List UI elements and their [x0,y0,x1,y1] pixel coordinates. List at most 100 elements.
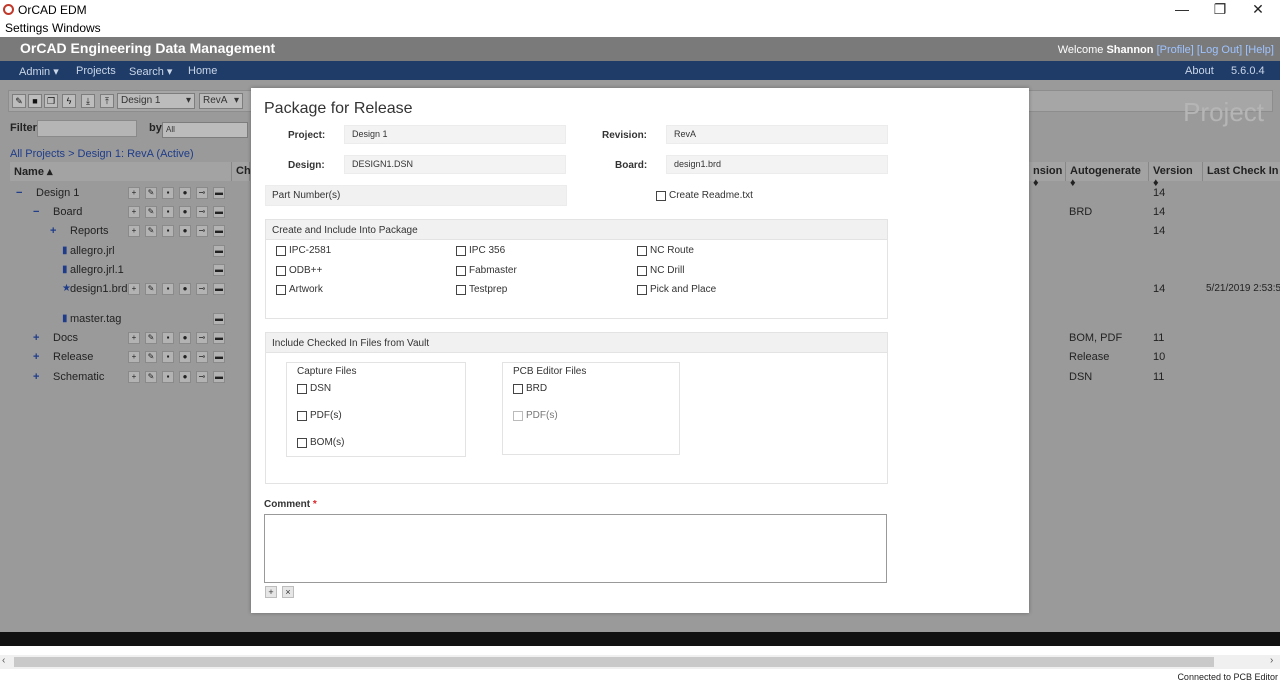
partial-column-header[interactable]: Ch [232,162,251,181]
tree-row[interactable]: + Schematic + ✎ ▪ ● ⊸ ▬ [10,368,250,387]
upload-icon[interactable]: ⤒ [100,94,114,108]
folder-icon[interactable]: ▬ [213,206,225,218]
delete-icon[interactable]: ▪ [162,283,174,295]
folder-icon[interactable]: ▬ [213,187,225,199]
expand-icon[interactable]: + [50,225,56,237]
tree-row[interactable]: − Design 1 + ✎ ▪ ● ⊸ ▬ [10,184,250,203]
delete-icon[interactable]: ▪ [162,351,174,363]
copy-icon[interactable]: ❐ [44,94,58,108]
pick-and-place-checkbox[interactable] [637,285,647,295]
fabmaster-checkbox[interactable] [456,265,466,276]
close-window-button[interactable]: ✕ [1238,0,1278,20]
comment-textarea[interactable] [264,514,887,583]
info-icon[interactable]: ● [179,225,191,237]
folder-icon[interactable]: ▬ [213,313,225,325]
folder-icon[interactable]: ▬ [213,264,225,276]
edit-icon[interactable]: ✎ [145,351,157,363]
help-link[interactable]: [Help] [1245,44,1274,56]
delete-icon[interactable]: ▪ [162,187,174,199]
horizontal-scrollbar[interactable]: ‹ › [0,655,1280,669]
delete-icon[interactable]: ▪ [162,332,174,344]
ipc-2581-checkbox[interactable] [276,246,286,256]
remove-icon[interactable]: × [282,586,294,598]
scrollbar-thumb[interactable] [14,657,1214,667]
filter-input[interactable] [37,120,137,137]
tree-row[interactable]: ▮ allegro.jrl ▬ [10,242,250,261]
tree-row[interactable]: + Release + ✎ ▪ ● ⊸ ▬ [10,348,250,367]
collapse-icon[interactable]: − [33,206,39,218]
lock-icon[interactable]: ■ [28,94,42,108]
minimize-button[interactable]: — [1162,0,1202,20]
unlock-icon[interactable]: ⊸ [196,351,208,363]
add-icon[interactable]: + [128,206,140,218]
design-select[interactable]: Design 1 ▾ [117,93,195,109]
by-select[interactable]: All [162,122,248,138]
add-icon[interactable]: + [265,586,277,598]
scroll-left-icon[interactable]: ‹ [2,655,5,666]
nav-admin[interactable]: Admin ▾ [19,65,59,78]
logout-link[interactable]: [Log Out] [1197,44,1242,56]
artwork-checkbox[interactable] [276,285,286,295]
create-readme-checkbox[interactable] [656,191,666,201]
restore-button[interactable]: ❐ [1200,0,1240,20]
unlock-icon[interactable]: ⊸ [196,332,208,344]
menu-windows[interactable]: Windows [52,21,101,35]
info-icon[interactable]: ● [179,283,191,295]
tree-row[interactable]: ★ design1.brd + ✎ ▪ ● ⊸ ▬ [10,280,250,299]
add-icon[interactable]: + [128,351,140,363]
capture-dsn-checkbox[interactable] [297,384,307,394]
tree-row[interactable]: − Board + ✎ ▪ ● ⊸ ▬ [10,203,250,222]
edit-icon[interactable]: ✎ [145,206,157,218]
collapse-icon[interactable]: − [16,187,22,199]
edit-icon[interactable]: ✎ [145,283,157,295]
expand-icon[interactable]: + [33,371,39,383]
download-icon[interactable]: ⤓ [81,94,95,108]
nc-drill-checkbox[interactable] [637,265,647,276]
menu-settings[interactable]: Settings [5,21,48,35]
scroll-right-icon[interactable]: › [1270,655,1273,666]
folder-icon[interactable]: ▬ [213,225,225,237]
ipc-356-checkbox[interactable] [456,246,466,256]
unlock-icon[interactable]: ⊸ [196,187,208,199]
unlock-icon[interactable]: ⊸ [196,283,208,295]
folder-icon[interactable]: ▬ [213,351,225,363]
folder-icon[interactable]: ▬ [213,283,225,295]
add-icon[interactable]: + [128,283,140,295]
info-icon[interactable]: ● [179,206,191,218]
nav-about[interactable]: About [1185,65,1214,77]
add-icon[interactable]: + [128,225,140,237]
revision-select[interactable]: RevA ▾ [199,93,243,109]
odb-checkbox[interactable] [276,265,286,276]
edit-icon[interactable]: ✎ [145,371,157,383]
part-numbers-field[interactable]: Part Number(s) [265,185,567,206]
extension-column-header[interactable]: nsion ♦ [1029,162,1066,189]
edit-icon[interactable]: ✎ [12,94,26,108]
delete-icon[interactable]: ▪ [162,371,174,383]
edit-icon[interactable]: ✎ [145,187,157,199]
profile-link[interactable]: [Profile] [1157,44,1194,56]
nav-home[interactable]: Home [188,65,217,77]
flash-icon[interactable]: ϟ [62,94,76,108]
testprep-checkbox[interactable] [456,285,466,295]
add-icon[interactable]: + [128,371,140,383]
autogenerate-column-header[interactable]: Autogenerate ♦ [1066,162,1149,189]
capture-pdf-s-checkbox[interactable] [297,411,307,421]
expand-icon[interactable]: + [33,351,39,363]
folder-icon[interactable]: ▬ [213,245,225,257]
delete-icon[interactable]: ▪ [162,225,174,237]
nav-search[interactable]: Search ▾ [129,65,172,78]
delete-icon[interactable]: ▪ [162,206,174,218]
add-icon[interactable]: + [128,332,140,344]
info-icon[interactable]: ● [179,351,191,363]
nav-projects[interactable]: Projects [76,65,116,77]
capture-bom-s-checkbox[interactable] [297,438,307,448]
name-column-header[interactable]: Name ▴ [10,162,232,181]
nc-route-checkbox[interactable] [637,246,647,256]
version-column-header[interactable]: Version ♦ [1149,162,1203,189]
edit-icon[interactable]: ✎ [145,225,157,237]
info-icon[interactable]: ● [179,187,191,199]
edit-icon[interactable]: ✎ [145,332,157,344]
add-icon[interactable]: + [128,187,140,199]
info-icon[interactable]: ● [179,332,191,344]
expand-icon[interactable]: + [33,332,39,344]
